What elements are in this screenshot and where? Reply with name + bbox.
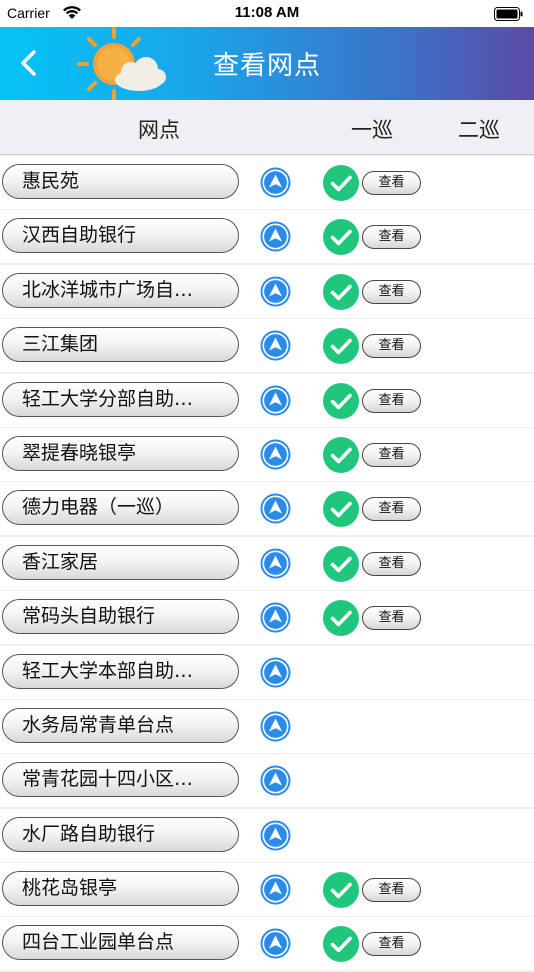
table-row: 惠民苑 查看 [0,156,534,209]
site-name-button[interactable]: 水厂路自助银行 [2,816,239,852]
site-name-button[interactable]: 德力电器（一巡） [2,490,239,526]
table-row: 水厂路自助银行 [0,808,534,862]
patrol-done-check-icon [323,219,359,256]
table-row: 汉西自助银行 查看 [0,210,534,264]
patrol-done-check-icon [323,926,359,963]
view-button[interactable]: 查看 [362,442,421,467]
status-time: 11:08 AM [234,4,300,21]
view-button[interactable]: 查看 [362,551,421,576]
navigate-arrow-icon[interactable] [260,711,291,742]
table-row: 四台工业园单台点 查看 [0,917,534,971]
patrol-done-check-icon [323,600,359,637]
view-button[interactable]: 查看 [362,878,421,903]
site-name-button[interactable]: 香江家居 [2,544,239,580]
patrol-done-check-icon [323,328,359,365]
site-name-button[interactable]: 惠民苑 [2,164,239,199]
site-name-button[interactable]: 水务局常青单台点 [2,707,239,743]
battery-icon [494,6,524,25]
site-name-button[interactable]: 三江集团 [2,327,239,363]
site-name-button[interactable]: 北冰洋城市广场自… [2,272,239,308]
view-button[interactable]: 查看 [362,225,421,250]
view-button[interactable]: 查看 [362,497,421,522]
navigate-arrow-icon[interactable] [260,602,291,633]
column-site: 网点 [138,118,180,142]
navigate-arrow-icon[interactable] [260,167,291,198]
site-name-button[interactable]: 汉西自助银行 [2,218,239,254]
site-name-button[interactable]: 轻工大学本部自助… [2,653,239,689]
table-row: 三江集团 查看 [0,319,534,373]
table-row: 香江家居 查看 [0,536,534,590]
navigate-arrow-icon[interactable] [260,874,291,905]
view-button[interactable]: 查看 [362,279,421,304]
column-header: 网点 一巡 二巡 [0,100,534,155]
table-row: 轻工大学分部自助… 查看 [0,373,534,427]
site-name-button[interactable]: 桃花岛银亭 [2,871,239,907]
navigate-arrow-icon[interactable] [260,765,291,796]
view-button[interactable]: 查看 [362,334,421,359]
view-button[interactable]: 查看 [362,606,421,631]
table-row: 常码头自助银行 查看 [0,591,534,645]
view-button[interactable]: 查看 [362,171,421,195]
patrol-done-check-icon [323,436,359,473]
navigate-arrow-icon[interactable] [260,820,291,851]
site-name-button[interactable]: 翠提春晓银亭 [2,435,239,471]
navigate-arrow-icon[interactable] [260,330,291,361]
table-row: 常青花园十四小区… [0,754,534,808]
table-row: 德力电器（一巡） 查看 [0,482,534,536]
view-button[interactable]: 查看 [362,388,421,413]
nav-bar: 查看网点 [0,27,534,101]
navigate-arrow-icon[interactable] [260,385,291,416]
site-name-button[interactable]: 轻工大学分部自助… [2,381,239,417]
patrol-done-check-icon [323,872,359,909]
navigate-arrow-icon[interactable] [260,439,291,470]
site-name-button[interactable]: 常码头自助银行 [2,599,239,635]
table-row: 北冰洋城市广场自… 查看 [0,264,534,318]
patrol-done-check-icon [323,491,359,528]
navigate-arrow-icon[interactable] [260,493,291,524]
status-bar: Carrier 11:08 AM [0,0,534,27]
site-list: 惠民苑 查看 汉西自助银行 查看 北冰洋城市广场自… 查看 三江集团 查看 轻工… [0,156,534,972]
table-row: 桃花岛银亭 查看 [0,863,534,917]
table-row: 水务局常青单台点 [0,699,534,753]
table-row: 轻工大学本部自助… [0,645,534,699]
navigate-arrow-icon[interactable] [260,221,291,252]
patrol-done-check-icon [323,273,359,310]
page-title: 查看网点 [212,51,321,81]
patrol-done-check-icon [323,545,359,582]
site-name-button[interactable]: 四台工业园单台点 [2,925,239,961]
column-patrol-1: 一巡 [351,118,393,142]
patrol-done-check-icon [323,382,359,419]
site-name-button[interactable]: 常青花园十四小区… [2,762,239,798]
navigate-arrow-icon[interactable] [260,657,291,688]
table-row: 翠提春晓银亭 查看 [0,427,534,481]
navigate-arrow-icon[interactable] [260,276,291,307]
navigate-arrow-icon[interactable] [260,928,291,959]
column-patrol-2: 二巡 [458,118,500,142]
patrol-done-check-icon [323,165,359,201]
view-button[interactable]: 查看 [362,932,421,957]
navigate-arrow-icon[interactable] [260,548,291,579]
